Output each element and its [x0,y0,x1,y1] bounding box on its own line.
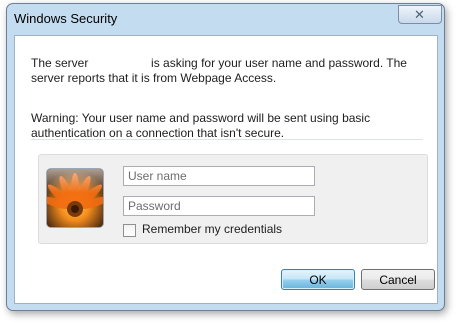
server-message-prefix: The server [31,56,89,70]
cancel-button[interactable]: Cancel [361,269,435,290]
username-field[interactable] [123,166,315,186]
flower-user-tile-icon [46,168,104,228]
title-bar[interactable]: Windows Security ✕ [7,4,444,30]
remember-credentials-checkbox[interactable] [123,224,136,237]
remember-credentials-label[interactable]: Remember my credentials [142,222,282,236]
dialog-window: Windows Security ✕ The server is asking … [6,3,445,311]
password-field[interactable] [123,196,315,216]
warning-message: Warning: Your user name and password wil… [31,111,371,140]
server-message: The server is asking for your user name … [31,56,431,86]
close-icon: ✕ [414,7,425,22]
divider [31,139,423,140]
password-input[interactable] [124,197,314,215]
ok-button[interactable]: OK [281,269,355,290]
window-title: Windows Security [14,11,118,26]
server-message-suffix: is asking for your user name and passwor… [31,56,407,85]
username-input[interactable] [124,167,314,185]
credential-tile[interactable]: Remember my credentials [38,154,428,244]
dialog-content: The server is asking for your user name … [14,35,438,304]
close-button[interactable]: ✕ [398,5,442,24]
